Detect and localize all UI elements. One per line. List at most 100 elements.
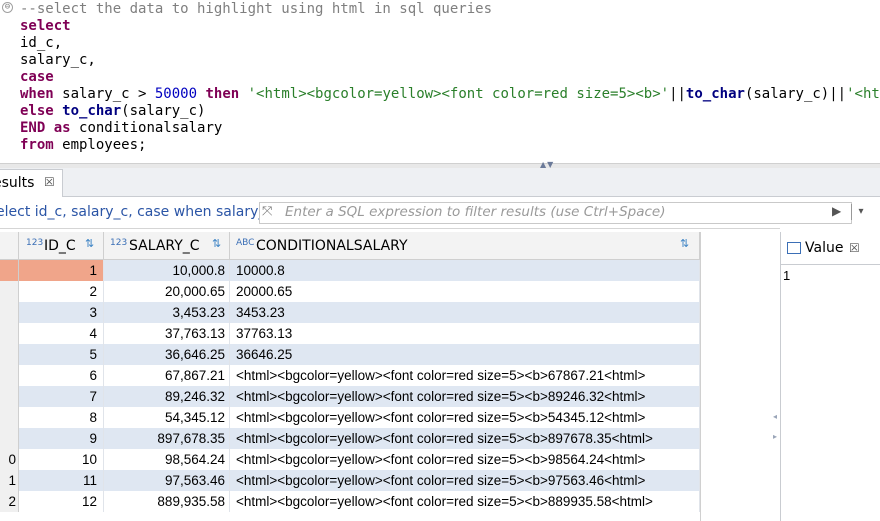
id-cell[interactable]: 5	[19, 344, 104, 365]
salary-cell[interactable]: 98,564.24	[104, 449, 230, 470]
value-panel: Value ☒ 1	[780, 232, 880, 521]
sql-token: salary_c,	[20, 52, 96, 68]
salary-cell[interactable]: 36,646.25	[104, 344, 230, 365]
id-cell[interactable]: 3	[19, 302, 104, 323]
table-row[interactable]: 1 11 97,563.46 <html><bgcolor=yellow><font …	[0, 470, 700, 491]
sql-line: --select the data to highlight using htm…	[20, 1, 492, 18]
salary-cell[interactable]: 37,763.13	[104, 323, 230, 344]
id-cell[interactable]: 4	[19, 323, 104, 344]
table-row[interactable]: 7 89,246.32 <html><bgcolor=yellow><font co…	[0, 386, 700, 407]
id-cell[interactable]: 9	[19, 428, 104, 449]
id-cell[interactable]: 10	[19, 449, 104, 470]
filter-expand-icon[interactable]: ⤧	[262, 204, 272, 219]
conditionalsalary-cell[interactable]: <html><bgcolor=yellow><font color=red si…	[230, 491, 700, 512]
results-divider	[0, 228, 780, 229]
id-cell[interactable]: 7	[19, 386, 104, 407]
numeric-type-icon: 123	[26, 238, 44, 248]
value-content: 1	[783, 268, 791, 283]
row-number-cell[interactable]	[0, 365, 19, 386]
row-number-cell[interactable]	[0, 302, 19, 323]
conditionalsalary-cell[interactable]: <html><bgcolor=yellow><font color=red si…	[230, 470, 700, 491]
sql-line: from employees;	[20, 137, 146, 154]
table-row[interactable]: 2 12 889,935.58 <html><bgcolor=yellow><font…	[0, 491, 700, 512]
salary-cell[interactable]: 889,935.58	[104, 491, 230, 512]
table-row[interactable]: 3 3,453.23 3453.23	[0, 302, 700, 323]
tab-results[interactable]: esults ☒	[0, 169, 63, 197]
row-number-cell[interactable]	[0, 386, 19, 407]
salary-cell[interactable]: 54,345.12	[104, 407, 230, 428]
value-tab-label: Value	[805, 240, 844, 256]
table-row[interactable]: 4 37,763.13 37763.13	[0, 323, 700, 344]
conditionalsalary-cell[interactable]: 3453.23	[230, 302, 700, 323]
column-header-salary-c[interactable]: 123 SALARY_C ⇅	[104, 232, 230, 260]
close-icon[interactable]: ☒	[849, 241, 860, 255]
row-number-cell[interactable]	[0, 428, 19, 449]
table-row[interactable]: 5 36,646.25 36646.25	[0, 344, 700, 365]
conditionalsalary-cell[interactable]: <html><bgcolor=yellow><font color=red si…	[230, 365, 700, 386]
sql-token: as	[53, 120, 71, 136]
table-row[interactable]: 1 10,000.8 10000.8	[0, 260, 700, 281]
sql-token: END	[20, 120, 46, 136]
salary-cell[interactable]: 3,453.23	[104, 302, 230, 323]
conditionalsalary-cell[interactable]: <html><bgcolor=yellow><font color=red si…	[230, 386, 700, 407]
conditionalsalary-cell[interactable]: 37763.13	[230, 323, 700, 344]
tab-results-label: esults	[0, 175, 35, 191]
column-header-id-c[interactable]: 123 ID_C ⇅	[19, 232, 104, 260]
sash-arrows-icon[interactable]: ◂ ▸	[773, 412, 777, 442]
row-number-cell[interactable]	[0, 260, 19, 281]
conditionalsalary-cell[interactable]: <html><bgcolor=yellow><font color=red si…	[230, 428, 700, 449]
sql-token: (salary_c)	[121, 103, 206, 119]
table-row[interactable]: 2 20,000.65 20000.65	[0, 281, 700, 302]
tab-value[interactable]: Value ☒	[781, 232, 880, 265]
apply-filter-icon[interactable]: ▶	[832, 204, 841, 218]
row-number-cell[interactable]: 0	[0, 449, 19, 470]
column-header-conditionalsalary[interactable]: ABC CONDITIONALSALARY ⇅	[230, 232, 700, 260]
salary-cell[interactable]: 10,000.8	[104, 260, 230, 281]
sql-token: to_char	[685, 86, 745, 102]
salary-cell[interactable]: 67,867.21	[104, 365, 230, 386]
row-number-cell[interactable]: 2	[0, 491, 19, 512]
row-number-cell[interactable]	[0, 344, 19, 365]
salary-cell[interactable]: 897,678.35	[104, 428, 230, 449]
filter-history-dropdown-icon[interactable]: ▾	[851, 204, 870, 220]
sql-token: salary_c >	[53, 86, 155, 102]
id-cell[interactable]: 8	[19, 407, 104, 428]
salary-cell[interactable]: 89,246.32	[104, 386, 230, 407]
conditionalsalary-cell[interactable]: 20000.65	[230, 281, 700, 302]
sql-token: (salary_c)||	[744, 86, 847, 102]
sort-filter-icon[interactable]: ⇅	[85, 237, 94, 251]
row-number-cell[interactable]	[0, 281, 19, 302]
table-row[interactable]: 8 54,345.12 <html><bgcolor=yellow><font co…	[0, 407, 700, 428]
row-number-cell[interactable]	[0, 323, 19, 344]
fold-toggle-icon[interactable]: ⊖	[2, 2, 13, 13]
id-cell[interactable]: 2	[19, 281, 104, 302]
text-type-icon: ABC	[236, 238, 255, 248]
sql-token: id_c,	[20, 35, 63, 51]
sql-line: else to_char(salary_c)	[20, 103, 205, 120]
row-number-cell[interactable]: 1	[0, 470, 19, 491]
id-cell[interactable]: 12	[19, 491, 104, 512]
id-cell[interactable]: 1	[19, 260, 104, 281]
id-cell[interactable]: 6	[19, 365, 104, 386]
sort-filter-icon[interactable]: ⇅	[212, 237, 221, 251]
sql-token: --select the data to highlight using htm…	[20, 1, 493, 17]
conditionalsalary-cell[interactable]: 36646.25	[230, 344, 700, 365]
sql-token: '<html>'	[846, 86, 880, 102]
salary-cell[interactable]: 20,000.65	[104, 281, 230, 302]
id-cell[interactable]: 11	[19, 470, 104, 491]
close-icon[interactable]: ☒	[44, 175, 55, 189]
conditionalsalary-cell[interactable]: <html><bgcolor=yellow><font color=red si…	[230, 407, 700, 428]
row-number-cell[interactable]	[0, 407, 19, 428]
table-row[interactable]: 0 10 98,564.24 <html><bgcolor=yellow><font …	[0, 449, 700, 470]
sort-filter-icon[interactable]: ⇅	[680, 237, 689, 251]
results-tab-bar: esults ☒	[0, 168, 880, 197]
sql-editor[interactable]: ⊖ --select the data to highlight using h…	[0, 0, 880, 163]
conditionalsalary-cell[interactable]: <html><bgcolor=yellow><font color=red si…	[230, 449, 700, 470]
table-row[interactable]: 6 67,867.21 <html><bgcolor=yellow><font co…	[0, 365, 700, 386]
salary-cell[interactable]: 97,563.46	[104, 470, 230, 491]
column-header-label: SALARY_C	[129, 238, 200, 254]
sql-token: from	[20, 137, 54, 153]
conditionalsalary-cell[interactable]: 10000.8	[230, 260, 700, 281]
table-row[interactable]: 9 897,678.35 <html><bgcolor=yellow><font c…	[0, 428, 700, 449]
